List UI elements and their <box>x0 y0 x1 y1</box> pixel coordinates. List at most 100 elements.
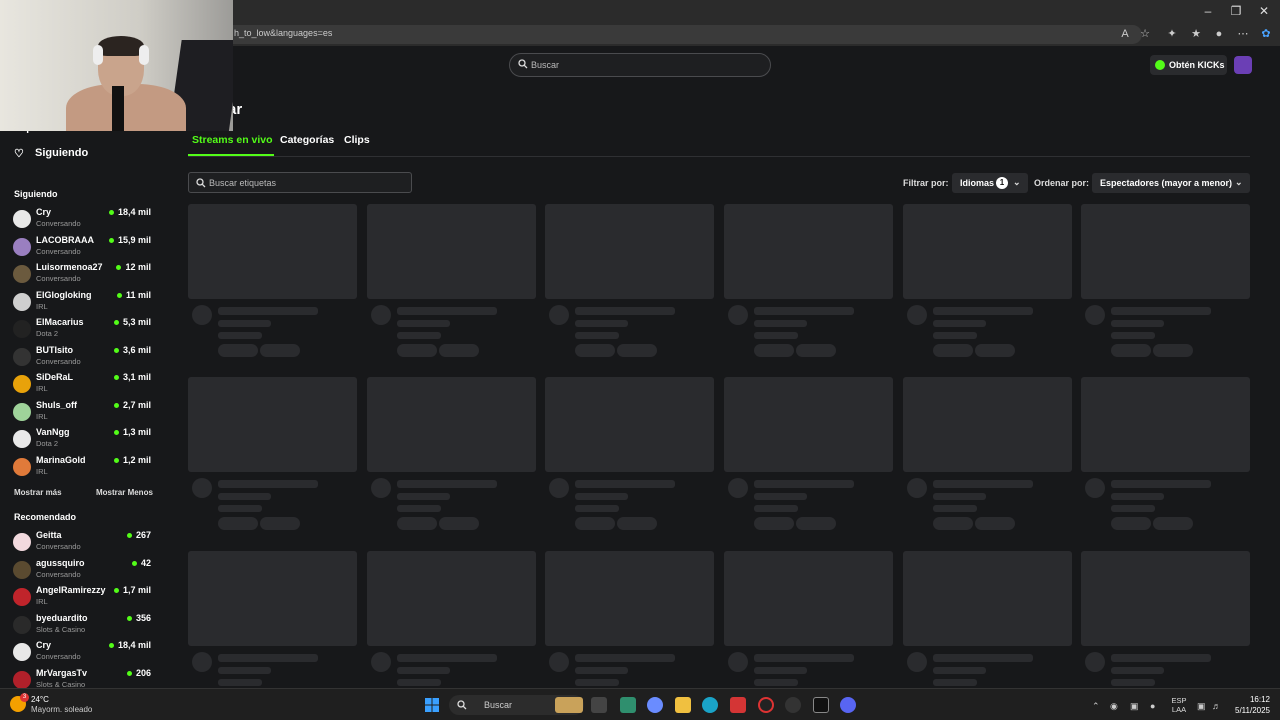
viewer-count: 5,3 mil <box>122 317 151 327</box>
skeleton-l1 <box>218 480 318 488</box>
kick-page: Buscar Obtén KICKs ar Streams en vivo Ca… <box>0 46 1280 704</box>
close-icon[interactable]: ✕ <box>1254 4 1274 18</box>
channel-item[interactable]: Luisormenoa27 Conversando 12 mil <box>13 262 153 288</box>
languages-label: Idiomas <box>960 178 995 188</box>
skeleton-l2 <box>575 493 628 500</box>
channel-item[interactable]: Cry Conversando 18,4 mil <box>13 207 153 233</box>
windows-start-icon[interactable] <box>425 698 439 712</box>
tab-categories[interactable]: Categorías <box>280 134 334 146</box>
capcut-icon[interactable] <box>813 697 829 713</box>
avatar <box>13 560 31 579</box>
sort-dropdown[interactable]: Espectadores (mayor a menor) ⌄ <box>1092 173 1250 193</box>
search-input[interactable]: Buscar <box>509 53 771 77</box>
skeleton-p2 <box>617 344 657 357</box>
webcam-person-hair <box>98 36 144 56</box>
live-indicator-icon <box>109 210 114 215</box>
languages-filter-button[interactable]: Idiomas 1 ⌄ <box>952 173 1028 193</box>
skeleton-thumb <box>367 377 536 472</box>
file-explorer-icon[interactable] <box>675 697 691 713</box>
channel-item[interactable]: Geitta Conversando 267 <box>13 530 153 556</box>
network-icon[interactable]: ▣ <box>1197 701 1206 712</box>
volume-icon[interactable]: ♬ <box>1212 701 1221 711</box>
channel-item[interactable]: LACOBRAAA Conversando 15,9 mil <box>13 235 153 261</box>
channel-category: Conversando <box>36 219 81 228</box>
channel-item[interactable]: ElMacarius Dota 2 5,3 mil <box>13 317 153 343</box>
channel-item[interactable]: ElGlogloking IRL 11 mil <box>13 290 153 316</box>
skeleton-l2 <box>575 320 628 327</box>
chevron-up-icon[interactable]: ⌃ <box>1092 701 1100 712</box>
obs-icon[interactable] <box>758 697 774 713</box>
channel-name: Cry <box>36 640 52 650</box>
get-kicks-button[interactable]: Obtén KICKs <box>1150 55 1227 75</box>
skeleton-thumb <box>724 377 893 472</box>
skeleton-l1 <box>397 480 497 488</box>
channel-name: Cry <box>36 207 52 217</box>
channel-item[interactable]: agussquiro Conversando 42 <box>13 558 153 584</box>
wps-office-icon[interactable] <box>730 697 746 713</box>
skeleton-p1 <box>933 517 973 530</box>
tab-live-streams[interactable]: Streams en vivo <box>192 134 273 146</box>
favorite-star-icon[interactable]: ☆ <box>1138 27 1152 41</box>
user-avatar[interactable] <box>1234 56 1252 74</box>
channel-item[interactable]: MarinaGold IRL 1,2 mil <box>13 455 153 481</box>
languages-count-badge: 1 <box>996 177 1008 189</box>
skeleton-p2 <box>260 344 300 357</box>
channel-category: Slots & Casino <box>36 624 86 634</box>
skeleton-l3 <box>754 332 798 339</box>
skeleton-thumb <box>367 551 536 646</box>
channel-item[interactable]: VanNgg Dota 2 1,3 mil <box>13 427 153 453</box>
channel-item[interactable]: AngelRamirezzy IRL 1,7 mil <box>13 585 153 611</box>
tray-app-icon[interactable]: ◉ <box>1110 701 1118 712</box>
channel-name: agussquiro <box>36 557 85 568</box>
skeleton-p2 <box>975 517 1015 530</box>
language-indicator-top[interactable]: ESP <box>1168 696 1190 705</box>
restore-icon[interactable]: ❐ <box>1226 4 1246 18</box>
discord-icon[interactable] <box>840 697 856 713</box>
favorites-icon[interactable]: ★ <box>1189 27 1203 41</box>
task-view-icon[interactable] <box>591 697 607 713</box>
skeleton-p1 <box>218 344 258 357</box>
channel-name: VanNgg <box>36 427 70 437</box>
minimize-icon[interactable]: – <box>1198 4 1218 18</box>
show-more-link[interactable]: Mostrar más <box>14 488 62 497</box>
profile-icon[interactable]: ● <box>1212 27 1226 41</box>
sidebar: Explorar ♡ Siguiendo Siguiendo CryConver… <box>0 46 162 689</box>
stream-card-placeholder <box>724 377 893 537</box>
channel-category: Conversando <box>36 246 81 256</box>
stream-card-placeholder <box>903 204 1072 364</box>
stream-card-placeholder <box>1081 204 1250 364</box>
show-less-link[interactable]: Mostrar Menos <box>96 488 153 497</box>
app-icon[interactable] <box>785 697 801 713</box>
more-menu-icon[interactable]: ⋯ <box>1236 27 1250 41</box>
read-aloud-icon[interactable]: A <box>1118 27 1132 41</box>
tab-clips[interactable]: Clips <box>344 134 370 146</box>
tag-search-input[interactable]: Buscar etiquetas <box>188 172 412 193</box>
extensions-icon[interactable]: ✦ <box>1165 27 1179 41</box>
channel-item[interactable]: Shuls_off IRL 2,7 mil <box>13 400 153 426</box>
calculator-icon[interactable] <box>620 697 636 713</box>
skeleton-p1 <box>933 344 973 357</box>
search-highlight-icon[interactable] <box>555 697 583 713</box>
edge-browser-icon[interactable] <box>702 697 718 713</box>
copilot-icon[interactable]: ✿ <box>1259 27 1273 41</box>
microphone-tray-icon[interactable]: ● <box>1150 701 1155 711</box>
channel-item[interactable]: BUTIsito Conversando 3,6 mil <box>13 345 153 371</box>
copilot-app-icon[interactable] <box>647 697 663 713</box>
tray-app-icon[interactable]: ▣ <box>1130 701 1139 712</box>
channel-item[interactable]: byeduardito Slots & Casino 356 <box>13 613 153 639</box>
channel-category: Conversando <box>36 274 81 283</box>
channel-item[interactable]: Cry Conversando 18,4 mil <box>13 640 153 666</box>
search-icon <box>518 59 528 69</box>
address-bar[interactable] <box>224 25 1142 44</box>
skeleton-l3 <box>1111 332 1155 339</box>
channel-item[interactable]: SiDeRaL IRL 3,1 mil <box>13 372 153 398</box>
skeleton-l3 <box>397 679 441 686</box>
skeleton-av <box>907 305 927 325</box>
avatar <box>13 643 31 661</box>
heart-icon: ♡ <box>14 148 24 160</box>
language-indicator-bottom[interactable]: LAA <box>1168 705 1190 714</box>
skeleton-thumb <box>188 377 357 472</box>
stream-card-placeholder <box>545 377 714 537</box>
taskbar-clock[interactable]: 16:12 5/11/2025 <box>1228 694 1270 716</box>
skeleton-p2 <box>796 344 836 357</box>
